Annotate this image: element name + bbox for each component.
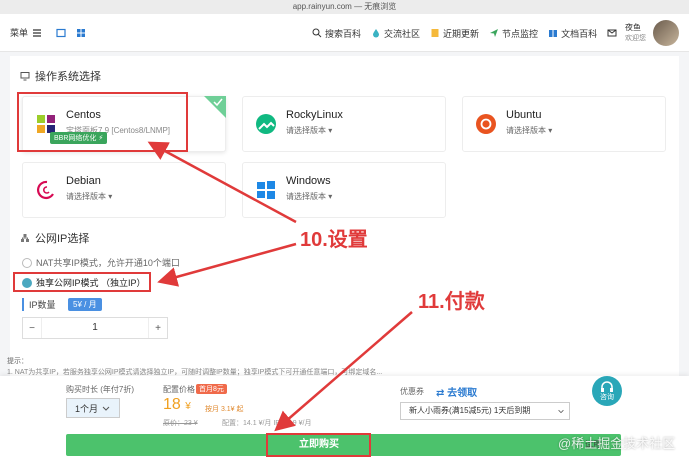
radio-circle[interactable] [22,257,32,268]
duration-label: 购买时长 (年付7折) [66,385,134,394]
send-icon [490,29,499,37]
nav-link-label: 近期更新 [443,28,480,39]
menu-toggle[interactable]: 菜单 [10,26,86,39]
user-info[interactable]: 夜鱼 欢迎您 [625,22,646,44]
ubuntu-logo-icon [476,114,496,134]
radio-nat[interactable]: NAT共享IP模式，允许开通10个端口 [22,256,180,269]
price-amount: 18 [163,396,181,413]
chevron-down-icon [102,406,110,411]
os-name: Windows [286,175,331,187]
highlight-box-centos [17,92,188,152]
nav-link-label: 节点监控 [502,28,539,39]
highlight-box-ip-mode [13,272,151,292]
os-version-select[interactable]: 请选择版本 ▾ [506,125,552,136]
nav-links: 搜索百科 交流社区 近期更新 节点监控 文档百科 [312,14,617,52]
price-label: 配置价格 [163,385,195,394]
nav-link-label: 文档百科 [561,28,598,39]
menu-label: 菜单 [10,28,29,38]
duration-select[interactable]: 1个月 [66,398,120,418]
search-icon [312,28,322,38]
quantity-value[interactable]: 1 [41,318,149,338]
ip-section-label: 公网IP选择 [35,233,90,245]
plus-button[interactable]: + [149,323,167,334]
mail-icon[interactable] [607,28,617,38]
original-price: 原价：23 ¥ [163,420,198,427]
browser-url-bar: app.rainyun.com — 无痕浏览 [0,0,689,14]
headset-icon [601,381,613,392]
url-text: app.rainyun.com — 无痕浏览 [292,2,397,11]
monthly-price: 按月 3.1¥ 起 [205,406,244,413]
chevron-down-icon [558,409,564,414]
nav-link-monitor[interactable]: 节点监控 [489,27,538,40]
nav-link-updates[interactable]: 近期更新 [430,27,479,40]
windows-logo-icon [257,181,275,199]
drop-icon [373,29,380,38]
check-icon [213,98,223,107]
debian-logo-icon [37,180,54,200]
tips-label: 提示： [7,358,28,365]
config-breakdown: 配置：14.1 ¥/月 IP：3.9 ¥/月 [222,420,312,427]
annotation-step10: 10.设置 [300,229,368,251]
annotation-step11: 11.付款 [418,291,485,313]
ip-section-title: 公网IP选择 [20,230,89,246]
coupon-value: 新人小雨券(满15减5元) 1天后到期 [409,406,531,415]
nav-link-docs[interactable]: 文档百科 [548,27,597,40]
os-version-select[interactable]: 请选择版本 ▾ [286,125,332,136]
coupon-select[interactable]: 新人小雨券(满15减5元) 1天后到期 [400,402,570,420]
os-card-ubuntu[interactable]: Ubuntu 请选择版本 ▾ [462,96,666,152]
top-nav: 菜单 搜索百科 交流社区 近期更新 节点监控 文档百科 夜鱼 欢迎您 [0,14,689,52]
os-name: Ubuntu [506,109,542,121]
os-card-windows[interactable]: Windows 请选择版本 ▾ [242,162,446,218]
radio-nat-label: NAT共享IP模式，允许开通10个端口 [36,258,180,268]
window-icon[interactable] [56,28,66,38]
os-section-label: 操作系统选择 [35,71,101,83]
nav-link-label: 交流社区 [384,28,421,39]
price-tag: 首月8元 [196,384,227,394]
consult-label: 咨询 [600,394,614,401]
os-section-title: 操作系统选择 [20,68,101,84]
grid-icon[interactable] [76,28,86,38]
avatar[interactable] [653,20,679,46]
os-card-debian[interactable]: Debian 请选择版本 ▾ [22,162,226,218]
duration-value: 1个月 [74,403,98,414]
price-value: 18 ¥ [163,396,191,414]
nav-link-label: 搜索百科 [325,28,362,39]
monitor-icon [20,72,30,81]
list-icon [33,28,42,37]
ip-quantity-stepper[interactable]: − 1 + [22,317,168,339]
nav-link-community[interactable]: 交流社区 [371,27,420,40]
ip-count-label: IP数量 [22,298,56,311]
os-version-select[interactable]: 请选择版本 ▾ [286,191,332,202]
os-version-select[interactable]: 请选择版本 ▾ [66,191,112,202]
user-name: 夜鱼 [625,23,641,32]
highlight-box-buy [266,433,371,457]
note-icon [431,29,439,37]
price-currency: ¥ [185,401,191,412]
network-icon [21,234,29,242]
user-sub: 欢迎您 [625,35,646,42]
rockylinux-logo-icon [256,114,276,134]
minus-button[interactable]: − [23,323,41,334]
ip-price-pill: 5¥ / 月 [68,298,102,311]
os-card-rockylinux[interactable]: RockyLinux 请选择版本 ▾ [242,96,446,152]
nav-link-search[interactable]: 搜索百科 [312,27,361,40]
coupon-label: 优惠券 [400,387,424,396]
os-name: Debian [66,175,101,187]
watermark: @稀土掘金技术社区 [558,436,676,451]
get-coupon-link[interactable]: ⇄ 去领取 [436,384,477,399]
consult-button[interactable]: 咨询 [592,376,622,406]
os-name: RockyLinux [286,109,343,121]
book-icon [549,30,558,37]
